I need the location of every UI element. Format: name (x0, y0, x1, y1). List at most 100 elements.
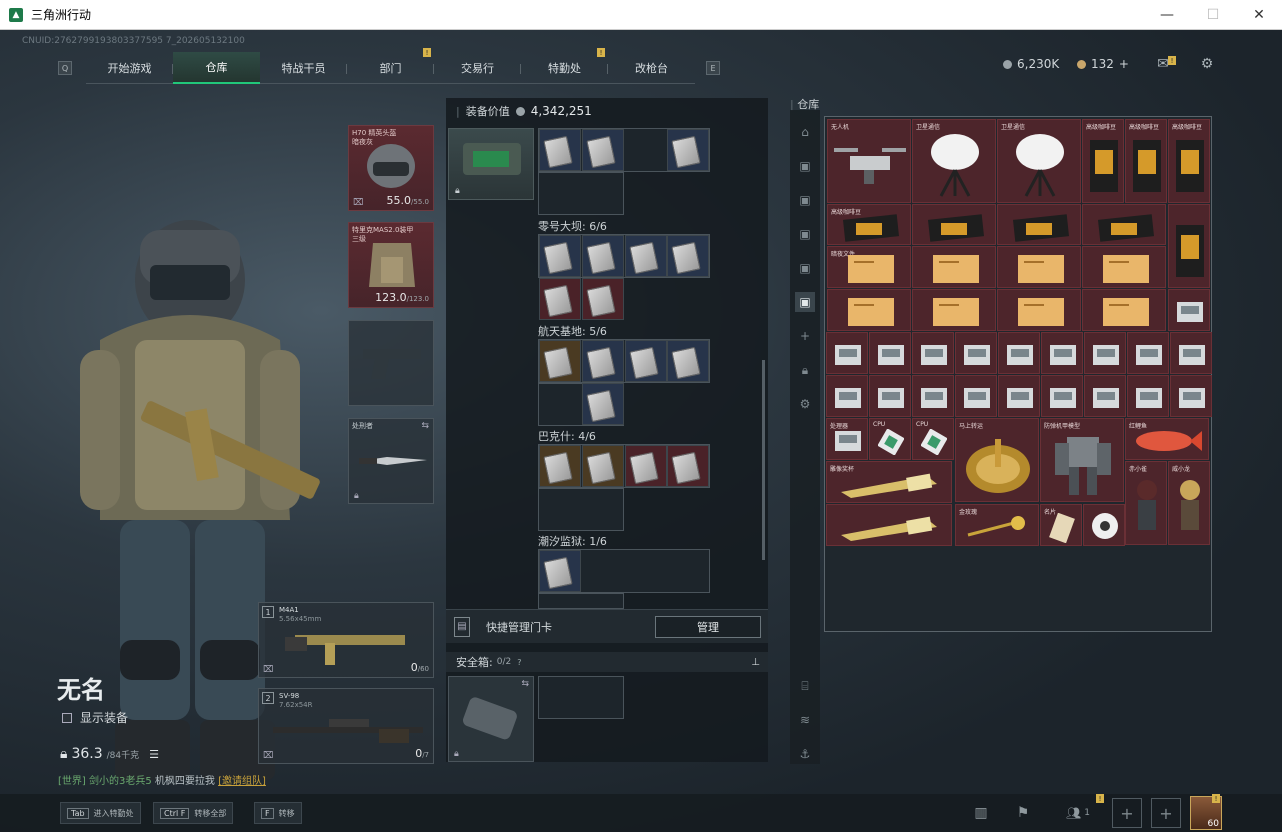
tab-operators[interactable]: 特战干员 (260, 52, 347, 84)
party-button[interactable]: 👥︎ 1 (1058, 798, 1098, 828)
keycard-item[interactable] (625, 340, 667, 382)
warehouse-tab-1-icon[interactable]: ▣ (795, 156, 815, 176)
warehouse-item-processor[interactable]: 处理器 (826, 418, 868, 460)
warehouse-tab-2-icon[interactable]: ▣ (795, 190, 815, 210)
warehouse-tab-3-icon[interactable]: ▣ (795, 224, 815, 244)
invite-slot-button[interactable]: + (1151, 798, 1181, 828)
keycard-item[interactable] (625, 445, 667, 487)
hint-enter-special-ops[interactable]: Tab 进入特勤处 (60, 802, 141, 824)
keycard-item[interactable] (539, 550, 581, 592)
warehouse-item-document[interactable] (1082, 246, 1166, 288)
keycard-scrollbar[interactable] (762, 360, 765, 560)
warehouse-item-processor[interactable] (998, 375, 1040, 417)
tab-department[interactable]: 部门 (347, 52, 434, 84)
tab-warehouse[interactable]: 仓库 (173, 52, 260, 84)
keycard-item[interactable] (582, 235, 624, 277)
keycard-item[interactable] (539, 278, 581, 320)
keycard-item[interactable] (539, 129, 581, 171)
nav-left-key[interactable]: Q (58, 61, 72, 75)
chat-invite-link[interactable]: [邀请组队] (218, 776, 266, 787)
warehouse-item-document[interactable]: 暗夜文件 (827, 246, 911, 288)
warehouse-item-processor[interactable] (1170, 332, 1212, 374)
keycard-item[interactable] (582, 278, 624, 320)
warehouse-item-coffee[interactable]: 高级咖啡豆 (1082, 119, 1124, 203)
keycard-item[interactable] (667, 235, 709, 277)
warehouse-item-mech[interactable]: 防弹机甲模型 (1040, 418, 1124, 502)
warehouse-item-carp[interactable]: 红鲤鱼 (1125, 418, 1209, 460)
warehouse-item-trophy[interactable]: 雕像奖杯 (826, 461, 952, 503)
keycard-item[interactable] (625, 235, 667, 277)
keycard-item[interactable] (582, 383, 624, 425)
tab-special-ops[interactable]: 特勤处 (521, 52, 608, 84)
warehouse-item-figure[interactable]: 威小龙 (1168, 461, 1210, 545)
minimize-button[interactable]: — (1144, 0, 1190, 30)
tab-gunsmith[interactable]: 改枪台 (608, 52, 695, 84)
gold-currency[interactable]: 132 + (1077, 57, 1129, 71)
recycle-icon[interactable]: ⚓ (795, 744, 815, 764)
warehouse-item-processor[interactable] (1084, 332, 1126, 374)
manage-button[interactable]: 管理 (655, 616, 761, 638)
warehouse-item-satellite[interactable]: 卫星通信 (912, 119, 996, 203)
warehouse-item-processor[interactable] (869, 332, 911, 374)
warehouse-tab-4-icon[interactable]: ▣ (795, 258, 815, 278)
keycard-item[interactable] (667, 129, 709, 171)
gold-plus-button[interactable]: + (1119, 57, 1129, 71)
chat-sender[interactable]: 剑小的3老兵5 (89, 776, 152, 787)
warehouse-item-processor[interactable] (826, 375, 868, 417)
warehouse-item-ball[interactable] (1083, 504, 1125, 546)
pistol-slot[interactable] (348, 320, 434, 406)
settings-gear-icon[interactable]: ⚙ (1197, 55, 1217, 73)
warehouse-item-document[interactable] (912, 246, 996, 288)
keycard-item[interactable] (582, 445, 624, 487)
warehouse-item-processor[interactable] (1084, 375, 1126, 417)
warehouse-item-compass[interactable]: 马上转运 (955, 418, 1039, 502)
warehouse-tab-all-icon[interactable]: ⌂ (795, 122, 815, 142)
keycard-item[interactable] (539, 445, 581, 487)
keycard-item[interactable] (539, 340, 581, 382)
warehouse-item-processor[interactable] (1041, 375, 1083, 417)
sort-icon[interactable]: ⌸ (795, 676, 815, 696)
warehouse-item-document[interactable] (827, 289, 911, 331)
keycard-item[interactable] (539, 235, 581, 277)
secondary-weapon-slot[interactable]: 2 SV-98 7.62x54R ⌧ 0/7 (258, 688, 434, 764)
helmet-slot[interactable]: H70 精英头盔 暗夜灰 ⌧ 55.0/55.0 (348, 125, 434, 211)
settings-gear-icon[interactable]: ⚙ (795, 394, 815, 414)
flag-icon[interactable]: ⚑ (1008, 798, 1038, 828)
warehouse-item-card[interactable]: 名片 (1040, 504, 1082, 546)
warehouse-item-coffee[interactable] (1082, 204, 1166, 245)
warehouse-item-processor[interactable] (998, 332, 1040, 374)
chat-line[interactable]: [世界] 剑小的3老兵5 机枫四要拉我 [邀请组队] (58, 772, 266, 787)
primary-weapon-slot[interactable]: 1 M4A1 5.56x45mm ⌧ 0/60 (258, 602, 434, 678)
warehouse-item-processor[interactable] (869, 375, 911, 417)
warehouse-item-processor[interactable] (912, 375, 954, 417)
keycard-item[interactable] (582, 340, 624, 382)
warehouse-item-processor[interactable] (826, 332, 868, 374)
warehouse-item-document[interactable] (912, 289, 996, 331)
help-icon[interactable]: ? (517, 658, 521, 667)
checkbox[interactable] (62, 712, 72, 723)
invite-slot-button[interactable]: + (1112, 798, 1142, 828)
warehouse-item-cpu[interactable]: CPU (869, 418, 911, 460)
tab-start-game[interactable]: 开始游戏 (86, 52, 173, 84)
list-icon[interactable]: ☰ (149, 748, 159, 761)
lock-icon[interactable]: 🔒︎ (795, 360, 815, 380)
warehouse-item-gold-rose[interactable]: 金玫瑰 (955, 504, 1039, 546)
warehouse-item-document[interactable] (1082, 289, 1166, 331)
warehouse-item-document[interactable] (997, 246, 1081, 288)
warehouse-item-drone[interactable]: 无人机 (827, 119, 911, 203)
warehouse-item-processor[interactable] (1170, 375, 1212, 417)
warehouse-item-coffee[interactable]: 高级咖啡豆 (1168, 119, 1210, 203)
maximize-button[interactable]: ☐ (1190, 0, 1236, 30)
warehouse-item-coffee[interactable]: 高级咖啡豆 (1125, 119, 1167, 203)
melee-slot[interactable]: 处刑者 ⇆ 🔒︎ (348, 418, 434, 504)
hint-transfer-all[interactable]: Ctrl F 转移全部 (153, 802, 234, 824)
swap-icon[interactable]: ⇆ (421, 421, 429, 431)
warehouse-item-satellite[interactable]: 卫星通信 (997, 119, 1081, 203)
tab-trade[interactable]: 交易行 (434, 52, 521, 84)
stats-chart-icon[interactable]: ▥ (966, 798, 996, 828)
warehouse-item-coffee[interactable] (912, 204, 996, 245)
warehouse-item-trophy[interactable] (826, 504, 952, 546)
keycard-item[interactable] (667, 445, 709, 487)
warehouse-item-processor[interactable] (1041, 332, 1083, 374)
warehouse-item-processor[interactable] (1168, 289, 1210, 331)
